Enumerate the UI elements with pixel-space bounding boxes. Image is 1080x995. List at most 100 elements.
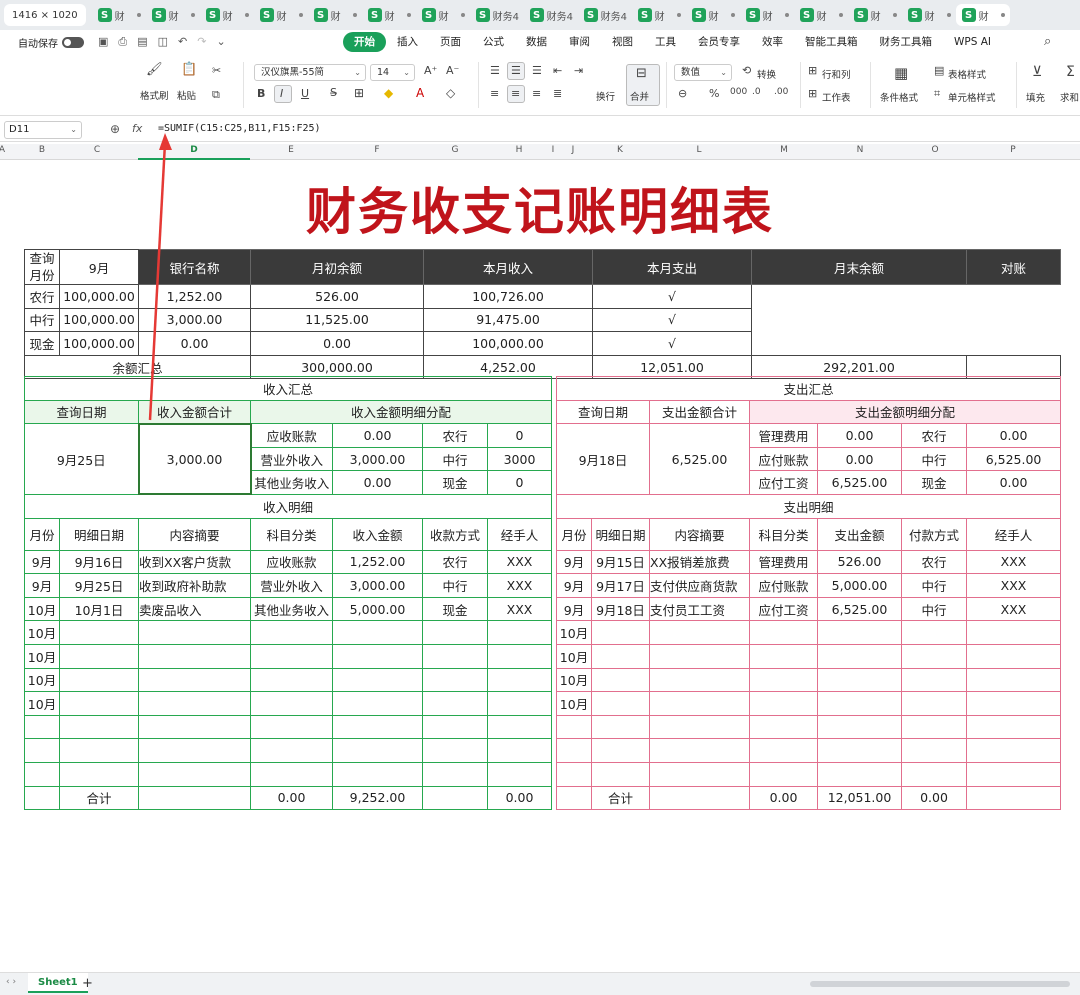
income-dist-subject[interactable]: 营业外收入: [250, 446, 333, 472]
expense-dist-bank-amount[interactable]: 6,525.00: [965, 446, 1062, 472]
income-detail-cell[interactable]: 5,000.00: [332, 596, 423, 622]
income-detail-cell[interactable]: [422, 667, 488, 693]
expense-detail-cell[interactable]: XXX: [965, 573, 1062, 598]
expense-detail-cell[interactable]: [749, 761, 818, 787]
redo-icon[interactable]: ↷: [197, 35, 206, 49]
expense-detail-cell[interactable]: 中行: [901, 596, 967, 622]
increase-decimal-icon[interactable]: .0: [752, 87, 761, 97]
income-detail-cell[interactable]: [59, 691, 139, 716]
conditional-format-button[interactable]: 条件格式: [880, 90, 918, 104]
horizontal-scrollbar[interactable]: [810, 981, 1070, 987]
income-detail-cell[interactable]: 卖废品收入: [138, 596, 251, 622]
income-detail-cell[interactable]: XXX: [486, 596, 553, 622]
expense-dist-bank-amount[interactable]: 0.00: [965, 470, 1062, 495]
income-detail-cell[interactable]: 9月: [24, 573, 60, 598]
expense-detail-cell[interactable]: 5,000.00: [817, 573, 902, 598]
income-dist-subject[interactable]: 其他业务收入: [250, 470, 333, 495]
wrap-button[interactable]: 换行: [596, 89, 615, 103]
income-detail-cell[interactable]: [59, 738, 139, 763]
expense-detail-cell[interactable]: [817, 620, 902, 645]
expense-detail-cell[interactable]: [965, 714, 1062, 740]
balance-cell[interactable]: 100,726.00: [423, 284, 593, 309]
convert-button[interactable]: 转换: [757, 67, 776, 81]
font-size-select[interactable]: 14 ⌄: [370, 64, 415, 81]
cell-style-button[interactable]: 单元格样式: [948, 90, 996, 104]
expense-detail-cell[interactable]: [649, 643, 750, 669]
align-middle-icon[interactable]: ☰: [511, 64, 521, 77]
expense-detail-cell[interactable]: [591, 667, 650, 693]
italic-icon[interactable]: I: [280, 87, 283, 100]
income-detail-cell[interactable]: [138, 714, 251, 740]
bold-icon[interactable]: B: [257, 87, 265, 100]
balance-cell[interactable]: 100,000.00: [59, 284, 139, 309]
expense-detail-cell[interactable]: 9月: [556, 596, 592, 622]
file-tab[interactable]: S财: [92, 4, 146, 26]
income-detail-cell[interactable]: [250, 714, 333, 740]
paste-button[interactable]: 粘贴: [177, 88, 196, 102]
align-left-icon[interactable]: ≡: [490, 87, 499, 100]
income-detail-cell[interactable]: [250, 667, 333, 693]
expense-detail-cell[interactable]: [649, 714, 750, 740]
expense-detail-cell[interactable]: 526.00: [817, 549, 902, 575]
expense-detail-cell[interactable]: 支付员工工资: [649, 596, 750, 622]
column-header[interactable]: L: [696, 145, 701, 155]
file-tab[interactable]: S财: [308, 4, 362, 26]
expense-detail-cell[interactable]: [591, 643, 650, 669]
expense-detail-cell[interactable]: [817, 667, 902, 693]
toggle-switch[interactable]: [62, 36, 84, 48]
expense-dist-subject[interactable]: 应付账款: [749, 446, 818, 472]
file-tab[interactable]: S财: [254, 4, 308, 26]
file-tab[interactable]: S财: [794, 4, 848, 26]
align-right-icon[interactable]: ≡: [532, 87, 541, 100]
add-sheet-icon[interactable]: +: [82, 976, 93, 991]
expense-detail-cell[interactable]: [556, 738, 592, 763]
expense-detail-cell[interactable]: [817, 738, 902, 763]
conditional-format-icon[interactable]: ▦: [894, 64, 908, 82]
file-tab[interactable]: S财: [200, 4, 254, 26]
income-detail-cell[interactable]: [332, 738, 423, 763]
file-tab[interactable]: S财: [740, 4, 794, 26]
balance-cell[interactable]: 526.00: [250, 284, 424, 309]
expense-detail-cell[interactable]: [591, 691, 650, 716]
income-detail-cell[interactable]: [24, 738, 60, 763]
income-detail-cell[interactable]: [250, 738, 333, 763]
expense-detail-cell[interactable]: [901, 667, 967, 693]
decrease-decimal-icon[interactable]: .00: [774, 87, 788, 97]
expense-sum-subject[interactable]: 0.00: [749, 785, 818, 811]
column-header[interactable]: O: [931, 145, 938, 155]
zoom-icon[interactable]: ⊕: [110, 122, 120, 136]
income-detail-cell[interactable]: [138, 643, 251, 669]
file-tab[interactable]: S 财务4: [470, 4, 524, 26]
income-detail-cell[interactable]: [486, 761, 553, 787]
expense-detail-cell[interactable]: [965, 761, 1062, 787]
balance-cell[interactable]: 0.00: [250, 331, 424, 356]
income-detail-cell[interactable]: [422, 643, 488, 669]
balance-cell[interactable]: 100,000.00: [423, 331, 593, 356]
income-detail-cell[interactable]: 10月1日: [59, 596, 139, 622]
menu-tab[interactable]: 插入: [386, 32, 429, 52]
expense-detail-cell[interactable]: 10月: [556, 643, 592, 669]
expense-detail-cell[interactable]: [817, 643, 902, 669]
expense-detail-cell[interactable]: [556, 714, 592, 740]
column-header[interactable]: E: [288, 145, 294, 155]
fill-button[interactable]: 填充: [1026, 90, 1045, 104]
expense-detail-cell[interactable]: [817, 714, 902, 740]
expense-sum-empty[interactable]: [649, 785, 750, 811]
file-tab[interactable]: S财: [362, 4, 416, 26]
income-dist-subject[interactable]: 应收账款: [250, 423, 333, 448]
table-style-icon[interactable]: ▤: [934, 64, 944, 77]
preview-icon[interactable]: ◫: [158, 35, 168, 49]
expense-detail-cell[interactable]: 10月: [556, 667, 592, 693]
expense-sum-empty[interactable]: [556, 785, 592, 811]
expense-detail-cell[interactable]: [749, 714, 818, 740]
income-detail-cell[interactable]: 10月: [24, 691, 60, 716]
expense-detail-cell[interactable]: [965, 620, 1062, 645]
expense-detail-cell[interactable]: [649, 738, 750, 763]
align-bottom-icon[interactable]: ☰: [532, 64, 542, 77]
expense-detail-cell[interactable]: 中行: [901, 573, 967, 598]
sum-button[interactable]: 求和: [1060, 90, 1079, 104]
income-dist-amount[interactable]: 3,000.00: [332, 446, 423, 472]
income-sum-empty[interactable]: [24, 785, 60, 811]
income-detail-cell[interactable]: [422, 620, 488, 645]
column-header[interactable]: D: [190, 145, 197, 155]
